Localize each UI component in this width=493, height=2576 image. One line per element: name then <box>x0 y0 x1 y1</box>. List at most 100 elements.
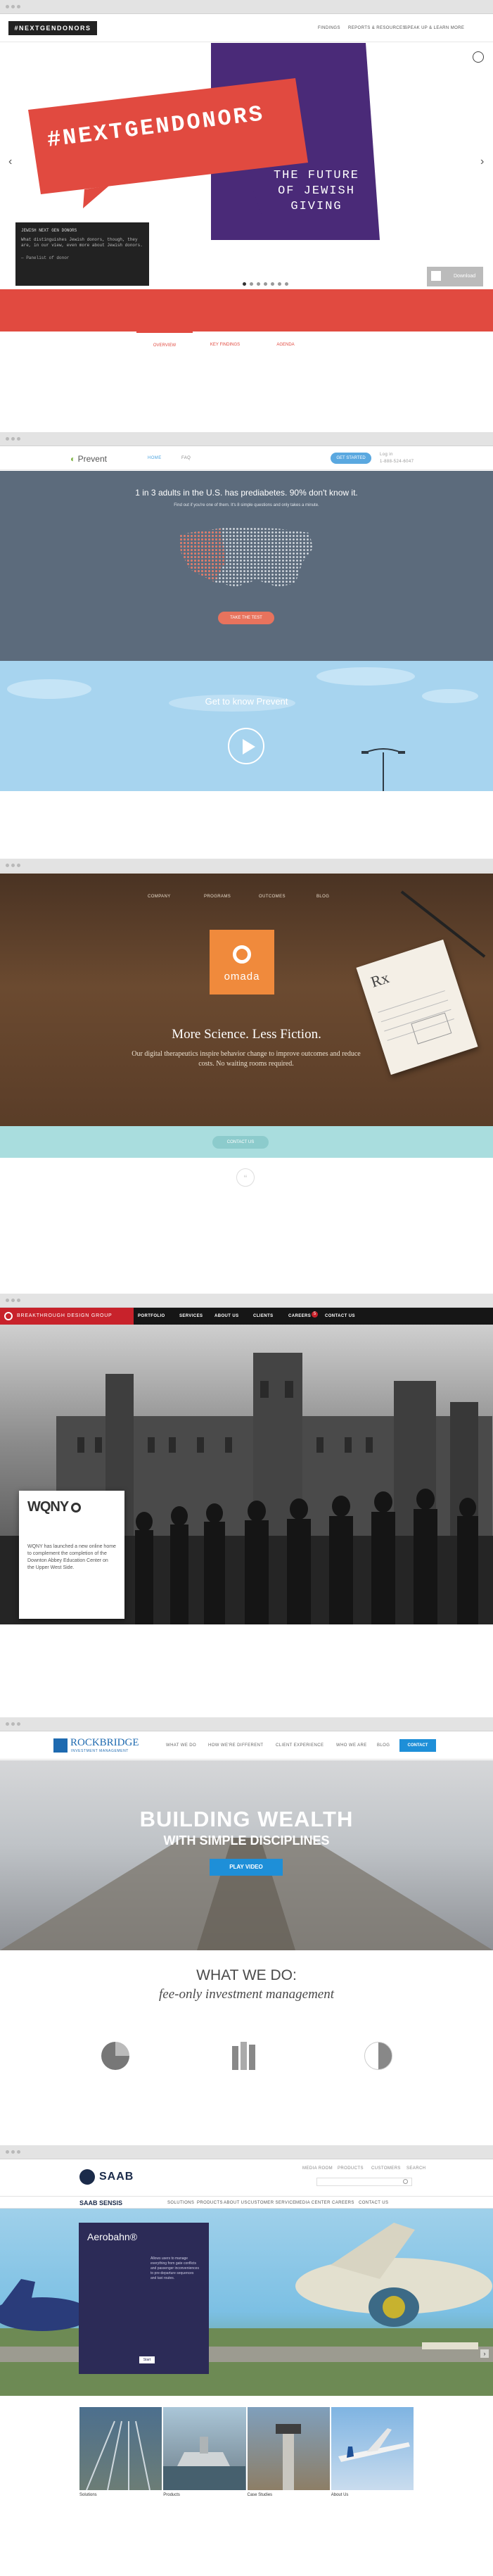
browser-chrome <box>0 1294 493 1308</box>
thumb-label-solutions[interactable]: Solutions <box>79 2493 162 2497</box>
hero-headline: More Science. Less Fiction. <box>172 1027 321 1042</box>
nav-how-different[interactable]: HOW WE'RE DIFFERENT <box>208 1743 263 1748</box>
thumb-case-studies[interactable] <box>247 2407 330 2490</box>
login-link[interactable]: Log in <box>380 453 393 457</box>
nav-portfolio[interactable]: PORTFOLIO <box>138 1314 165 1318</box>
video-heading: Get to know Prevent <box>205 696 288 707</box>
site-logo[interactable]: BREAKTHROUGH DESIGN GROUP <box>0 1308 134 1325</box>
nav-findings[interactable]: FINDINGS <box>318 26 340 30</box>
pad-lines <box>378 990 454 1044</box>
thumb-about-us[interactable] <box>331 2407 414 2490</box>
quote-mark-icon: “ <box>236 1168 255 1187</box>
download-button[interactable]: Download <box>427 267 483 286</box>
hero-body: Our digital therapeutics inspire behavio… <box>132 1050 361 1068</box>
search-input[interactable] <box>316 2178 412 2186</box>
leaf-icon: ◐ <box>70 454 76 464</box>
nav-blog[interactable]: BLOG <box>316 895 329 899</box>
quote-body: What distinguishes Jewish donors, though… <box>21 237 143 248</box>
top-bar: SAAB MEDIA ROOM PRODUCTS CUSTOMERS SEARC… <box>0 2159 493 2196</box>
carousel-dot[interactable] <box>243 282 246 286</box>
half-circle-icon <box>364 2042 392 2070</box>
nav-home[interactable]: HOME <box>148 456 162 460</box>
carousel-dot[interactable] <box>257 282 260 286</box>
nav-who-we-are[interactable]: WHO WE ARE <box>336 1743 367 1748</box>
nav-about-us[interactable]: ABOUT US <box>215 1314 239 1318</box>
nav-services[interactable]: SERVICES <box>179 1314 203 1318</box>
card-button[interactable]: Start <box>139 2356 155 2363</box>
play-icon[interactable] <box>228 728 264 764</box>
hero-next-arrow[interactable]: › <box>480 2349 489 2358</box>
tab-key-findings[interactable]: KEY FINDINGS <box>197 332 253 359</box>
carousel-dot[interactable] <box>278 282 281 286</box>
site-header: BREAKTHROUGH DESIGN GROUP PORTFOLIO SERV… <box>0 1308 493 1325</box>
nav-careers[interactable]: CAREERS <box>332 2201 354 2205</box>
take-test-button[interactable]: TAKE THE TEST <box>218 612 274 624</box>
nav-client-experience[interactable]: CLIENT EXPERIENCE <box>276 1743 324 1748</box>
site-header: ROCKBRIDGE INVESTMENT MANAGEMENT WHAT WE… <box>0 1731 493 1760</box>
omada-logo[interactable]: omada <box>210 930 274 995</box>
arrow-right-icon[interactable]: › <box>480 156 484 168</box>
nav-media-center[interactable]: MEDIA CENTER <box>295 2201 331 2205</box>
client-card[interactable]: WQNY WQNY has launched a new online home… <box>19 1491 124 1619</box>
browser-chrome <box>0 859 493 873</box>
card-text: Allows users to manage everything from g… <box>151 2256 199 2280</box>
get-started-button[interactable]: GET STARTED <box>331 453 371 464</box>
section-subtitle: fee-only investment management <box>158 1987 335 2002</box>
nav-reports[interactable]: REPORTS & RESOURCES <box>348 26 406 30</box>
arrow-left-icon[interactable]: ‹ <box>8 156 12 168</box>
nav-customer-service[interactable]: CUSTOMER SERVICE <box>248 2201 296 2205</box>
thumb-solutions[interactable] <box>79 2407 162 2490</box>
nav-clients[interactable]: CLIENTS <box>253 1314 273 1318</box>
carousel-dot[interactable] <box>250 282 253 286</box>
red-band <box>0 289 493 332</box>
logo-text: Prevent <box>77 454 107 464</box>
thumb-label-products[interactable]: Products <box>163 2493 245 2497</box>
nav-products[interactable]: PRODUCTS <box>197 2201 223 2205</box>
pier-photo <box>0 1838 493 1950</box>
close-circle-icon[interactable] <box>473 51 484 63</box>
top-link-search[interactable]: SEARCH <box>406 2166 425 2171</box>
top-link-products[interactable]: PRODUCTS <box>338 2166 364 2171</box>
site-logo[interactable]: #NEXTGENDONORS <box>8 21 97 35</box>
nav-solutions[interactable]: SOLUTIONS <box>167 2201 194 2205</box>
carousel-dot[interactable] <box>285 282 288 286</box>
thumb-label-case-studies[interactable]: Case Studies <box>248 2493 330 2497</box>
nav-faq[interactable]: FAQ <box>181 456 191 460</box>
nav-contact-us[interactable]: CONTACT US <box>325 1314 355 1318</box>
nav-speak-up[interactable]: SPEAK UP & LEARN MORE <box>404 26 464 30</box>
thumb-label-about-us[interactable]: About Us <box>331 2493 414 2497</box>
nav-blog[interactable]: BLOG <box>377 1743 390 1748</box>
thumb-products[interactable] <box>163 2407 246 2490</box>
card-text: WQNY has launched a new online home to c… <box>27 1544 116 1570</box>
nav-programs[interactable]: PROGRAMS <box>204 895 231 899</box>
griffin-icon <box>79 2169 95 2185</box>
red-banner-tail <box>83 186 109 208</box>
search-icon[interactable] <box>403 2179 408 2184</box>
play-video-button[interactable]: PLAY VIDEO <box>210 1859 283 1876</box>
contact-button[interactable]: CONTACT US <box>212 1136 269 1149</box>
top-link-media-room[interactable]: MEDIA ROOM <box>302 2166 333 2171</box>
nav-company[interactable]: COMPANY <box>148 895 171 899</box>
site-logo[interactable]: ◐ Prevent <box>70 454 107 464</box>
nav-careers[interactable]: CAREERS <box>288 1314 311 1318</box>
brand-label[interactable]: SAAB SENSIS <box>79 2199 122 2206</box>
tab-overview[interactable]: OVERVIEW <box>136 332 193 359</box>
carousel-dots <box>243 282 288 286</box>
tab-agenda[interactable]: AGENDA <box>257 332 314 359</box>
ship-image <box>163 2437 246 2490</box>
careers-badge: 5 <box>312 1311 318 1318</box>
carousel-dot[interactable] <box>264 282 267 286</box>
nav-what-we-do[interactable]: WHAT WE DO <box>166 1743 196 1748</box>
nav-about-us[interactable]: ABOUT US <box>224 2201 248 2205</box>
screenshot-omada: COMPANY PROGRAMS OUTCOMES BLOG omada Rx … <box>0 859 493 1211</box>
prescription-pad: Rx <box>356 939 478 1075</box>
clouds-illustration <box>7 667 478 791</box>
screenshot-prevent: ◐ Prevent HOME FAQ GET STARTED Log in 1-… <box>0 432 493 791</box>
airport-photo <box>0 2223 493 2396</box>
contact-button[interactable]: CONTACT <box>399 1739 436 1752</box>
carousel-dot[interactable] <box>271 282 274 286</box>
nav-outcomes[interactable]: OUTCOMES <box>259 895 286 899</box>
nav-contact-us[interactable]: CONTACT US <box>359 2201 388 2205</box>
thumb-labels: Solutions Products Case Studies About Us <box>79 2493 414 2497</box>
top-link-customers[interactable]: CUSTOMERS <box>371 2166 401 2171</box>
